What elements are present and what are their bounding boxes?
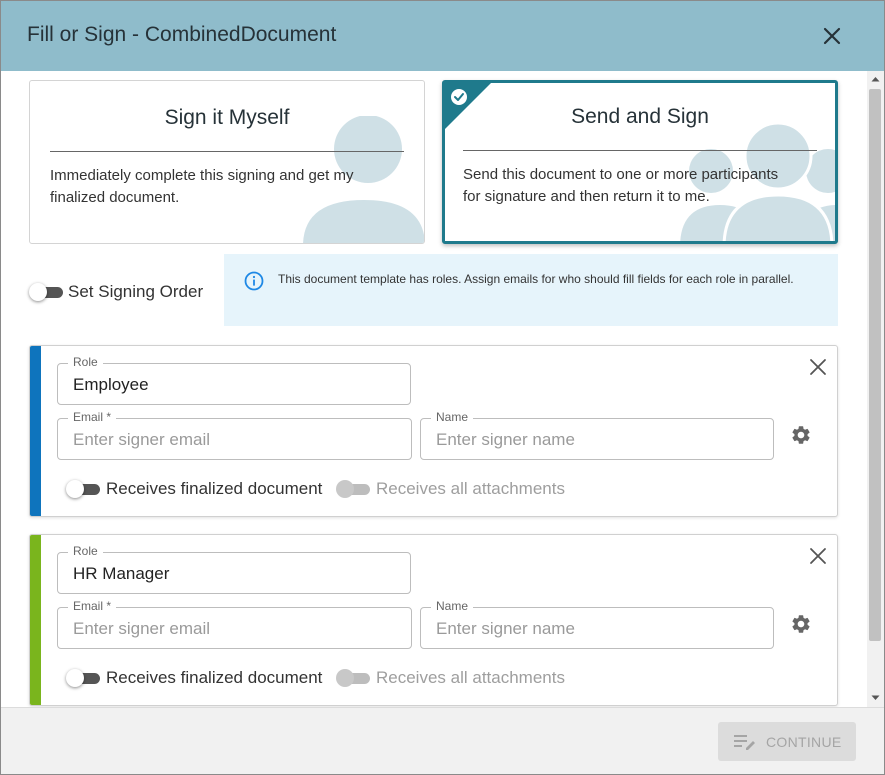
dialog-close-button[interactable] bbox=[819, 23, 845, 49]
option-description: Send this document to one or more partic… bbox=[463, 166, 779, 205]
option-description: Immediately complete this signing and ge… bbox=[50, 167, 354, 206]
continue-button-label: CONTINUE bbox=[766, 734, 842, 750]
name-field[interactable]: Name Enter signer name bbox=[420, 599, 774, 649]
option-title: Send and Sign bbox=[571, 105, 709, 128]
role-card-hr-manager: Role HR Manager Email * Enter signer ema… bbox=[29, 534, 838, 706]
vertical-scrollbar[interactable] bbox=[867, 71, 884, 707]
edit-lines-icon bbox=[734, 735, 755, 750]
close-icon bbox=[823, 27, 841, 45]
gear-icon[interactable] bbox=[790, 424, 812, 446]
close-icon[interactable] bbox=[808, 546, 828, 566]
dialog-title: Fill or Sign - CombinedDocument bbox=[27, 23, 337, 46]
signing-order-label: Set Signing Order bbox=[68, 282, 204, 301]
name-field-label: Name bbox=[431, 410, 474, 424]
role-card-employee: Role Employee Email * Enter signer email… bbox=[29, 345, 838, 517]
signing-order-toggle[interactable] bbox=[29, 283, 63, 301]
close-icon[interactable] bbox=[808, 357, 828, 377]
role-field-value: HR Manager bbox=[73, 564, 170, 583]
info-banner: This document template has roles. Assign… bbox=[224, 254, 838, 326]
continue-button[interactable]: CONTINUE bbox=[718, 722, 856, 761]
scrollbar-thumb[interactable] bbox=[869, 89, 881, 641]
email-field-placeholder: Enter signer email bbox=[73, 430, 211, 449]
option-title: Sign it Myself bbox=[164, 106, 290, 129]
role-field-label: Role bbox=[68, 355, 103, 369]
role-field-label: Role bbox=[68, 544, 103, 558]
receives-attachments-label: Receives all attachments bbox=[376, 668, 565, 687]
name-field[interactable]: Name Enter signer name bbox=[420, 410, 774, 460]
dialog-header: Fill or Sign - CombinedDocument bbox=[1, 1, 884, 71]
option-send-and-sign[interactable]: Send and Sign Send this document to one … bbox=[442, 80, 838, 244]
email-field[interactable]: Email * Enter signer email bbox=[57, 410, 412, 460]
receives-finalized-toggle[interactable] bbox=[66, 669, 100, 687]
receives-finalized-label: Receives finalized document bbox=[106, 668, 323, 687]
role-accent-bar bbox=[30, 535, 41, 705]
role-field-value: Employee bbox=[73, 375, 149, 394]
dialog-footer: CONTINUE bbox=[1, 707, 884, 774]
name-field-placeholder: Enter signer name bbox=[436, 430, 575, 449]
dialog-content: Sign it Myself Immediately complete this… bbox=[1, 71, 867, 707]
option-sign-myself[interactable]: Sign it Myself Immediately complete this… bbox=[29, 80, 425, 244]
email-field-placeholder: Enter signer email bbox=[73, 619, 211, 638]
receives-attachments-toggle[interactable] bbox=[336, 669, 370, 687]
info-text: This document template has roles. Assign… bbox=[278, 272, 794, 286]
role-field[interactable]: Role HR Manager bbox=[57, 544, 411, 594]
gear-icon[interactable] bbox=[790, 613, 812, 635]
role-accent-bar bbox=[30, 346, 41, 516]
receives-attachments-label: Receives all attachments bbox=[376, 479, 565, 498]
email-field[interactable]: Email * Enter signer email bbox=[57, 599, 412, 649]
option-divider bbox=[50, 151, 404, 152]
name-field-placeholder: Enter signer name bbox=[436, 619, 575, 638]
receives-attachments-toggle[interactable] bbox=[336, 480, 370, 498]
email-field-label: Email * bbox=[68, 410, 117, 424]
receives-finalized-label: Receives finalized document bbox=[106, 479, 323, 498]
name-field-label: Name bbox=[431, 599, 474, 613]
email-field-label: Email * bbox=[68, 599, 117, 613]
scroll-up-arrow-icon[interactable] bbox=[871, 75, 880, 84]
info-icon bbox=[244, 271, 264, 291]
receives-finalized-toggle[interactable] bbox=[66, 480, 100, 498]
option-divider bbox=[463, 150, 817, 151]
role-field[interactable]: Role Employee bbox=[57, 355, 411, 405]
scroll-down-arrow-icon[interactable] bbox=[871, 693, 880, 702]
fill-or-sign-dialog: Fill or Sign - CombinedDocument Sign it … bbox=[0, 0, 885, 775]
